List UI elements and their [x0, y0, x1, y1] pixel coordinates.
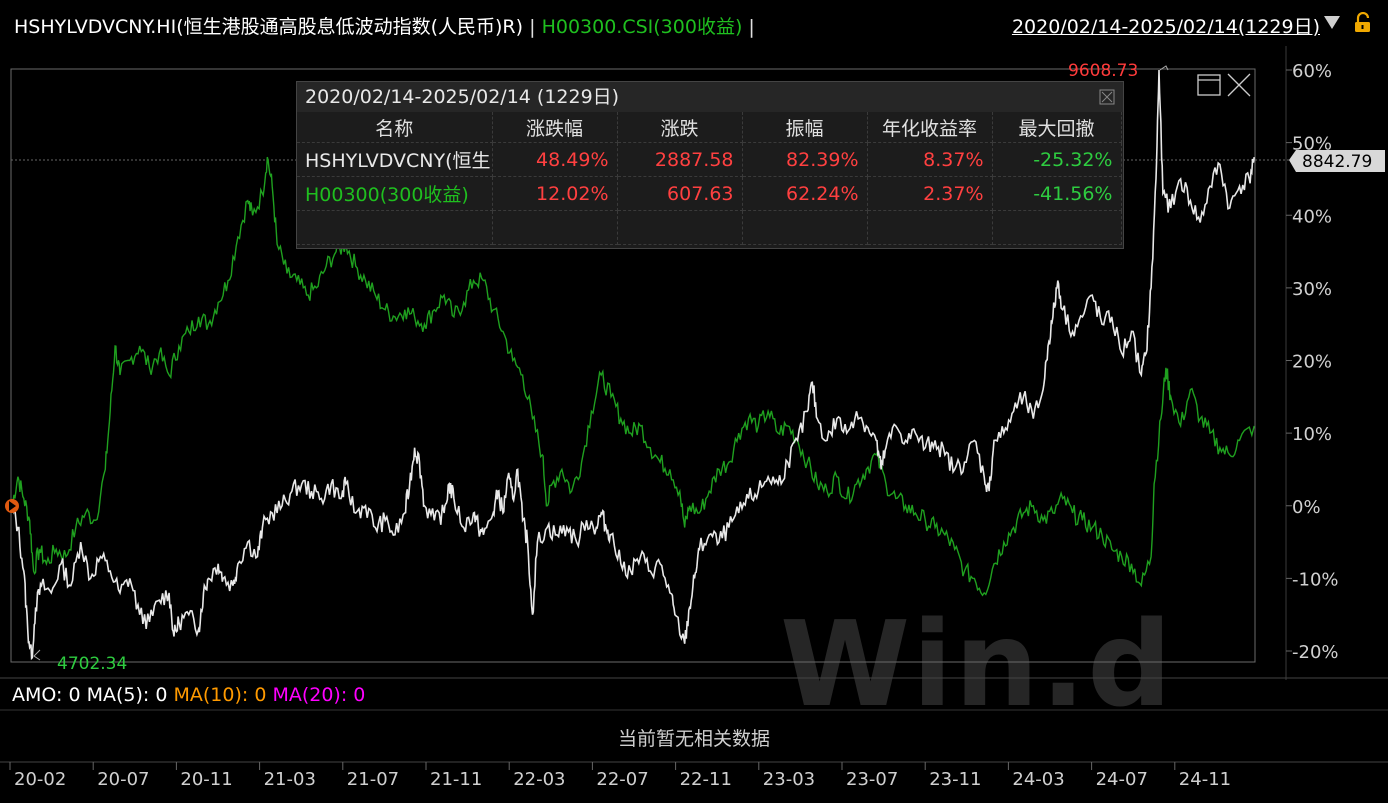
stats-table: 名称 涨跌幅 涨跌 振幅 年化收益率 最大回撤 HSHYLVDVCNY(恒生 4… — [297, 112, 1122, 245]
col-header[interactable]: 最大回撤 — [992, 112, 1122, 143]
x-tick-label: 22-07 — [596, 769, 648, 790]
y-tick-label: 60% — [1292, 61, 1332, 82]
x-tick-label: 21-11 — [430, 769, 482, 790]
x-tick-label: 24-03 — [1012, 769, 1064, 790]
stats-panel: 2020/02/14-2025/02/14 (1229日) 名称 涨跌幅 涨跌 … — [296, 81, 1124, 249]
col-header[interactable]: 振幅 — [742, 112, 868, 143]
y-tick-label: 0% — [1292, 497, 1321, 518]
x-tick-label: 24-07 — [1096, 769, 1148, 790]
x-tick-label: 21-07 — [347, 769, 399, 790]
x-tick-label: 20-11 — [180, 769, 232, 790]
y-tick-label: 30% — [1292, 279, 1332, 300]
col-header[interactable]: 名称 — [297, 112, 493, 143]
col-header[interactable]: 年化收益率 — [867, 112, 993, 143]
x-axis: 20-02 20-07 20-11 21-03 21-07 21-11 22-03 22-07… — [9, 762, 1231, 790]
svg-text:8842.79: 8842.79 — [1302, 152, 1372, 172]
y-tick-label: -10% — [1292, 569, 1339, 590]
x-tick-label: 23-11 — [929, 769, 981, 790]
start-marker — [5, 499, 19, 513]
x-tick-label: 23-07 — [846, 769, 898, 790]
x-tick-label: 22-03 — [513, 769, 565, 790]
panel-title: 2020/02/14-2025/02/14 (1229日) — [297, 82, 1123, 112]
row-name: HSHYLVDVCNY(恒生 — [297, 142, 493, 177]
col-header[interactable]: 涨跌幅 — [492, 112, 618, 143]
y-tick-label: 40% — [1292, 206, 1332, 227]
x-tick-label: 20-02 — [14, 769, 66, 790]
no-data-message: 当前暂无相关数据 — [617, 728, 770, 750]
last-value-tag: 8842.79 — [1289, 150, 1385, 172]
volume-indicators: AMO: 0 MA(5): 0 MA(10): 0 MA(20): 0 — [12, 684, 366, 706]
close-icon[interactable] — [1099, 89, 1115, 105]
panel-window-controls[interactable] — [1197, 73, 1251, 97]
x-tick-label: 22-11 — [680, 769, 732, 790]
table-row[interactable]: H00300(300收益) 12.02% 607.63 62.24% 2.37%… — [297, 176, 1122, 211]
table-row-empty — [297, 210, 1122, 245]
svg-text:9608.73: 9608.73 — [1068, 61, 1138, 81]
svg-text:4702.34: 4702.34 — [57, 654, 127, 674]
x-tick-label: 24-11 — [1179, 769, 1231, 790]
y-tick-label: 10% — [1292, 424, 1332, 445]
x-tick-label: 21-03 — [264, 769, 316, 790]
col-header[interactable]: 涨跌 — [617, 112, 743, 143]
y-tick-label: 20% — [1292, 352, 1332, 373]
table-row[interactable]: HSHYLVDVCNY(恒生 48.49% 2887.58 82.39% 8.3… — [297, 142, 1122, 177]
stats-header-row: 名称 涨跌幅 涨跌 振幅 年化收益率 最大回撤 — [297, 112, 1122, 143]
x-tick-label: 23-03 — [763, 769, 815, 790]
x-tick-label: 20-07 — [97, 769, 149, 790]
max-annotation: 9608.73 — [1068, 61, 1169, 81]
y-tick-label: -20% — [1292, 642, 1339, 663]
row-name: H00300(300收益) — [297, 176, 493, 211]
